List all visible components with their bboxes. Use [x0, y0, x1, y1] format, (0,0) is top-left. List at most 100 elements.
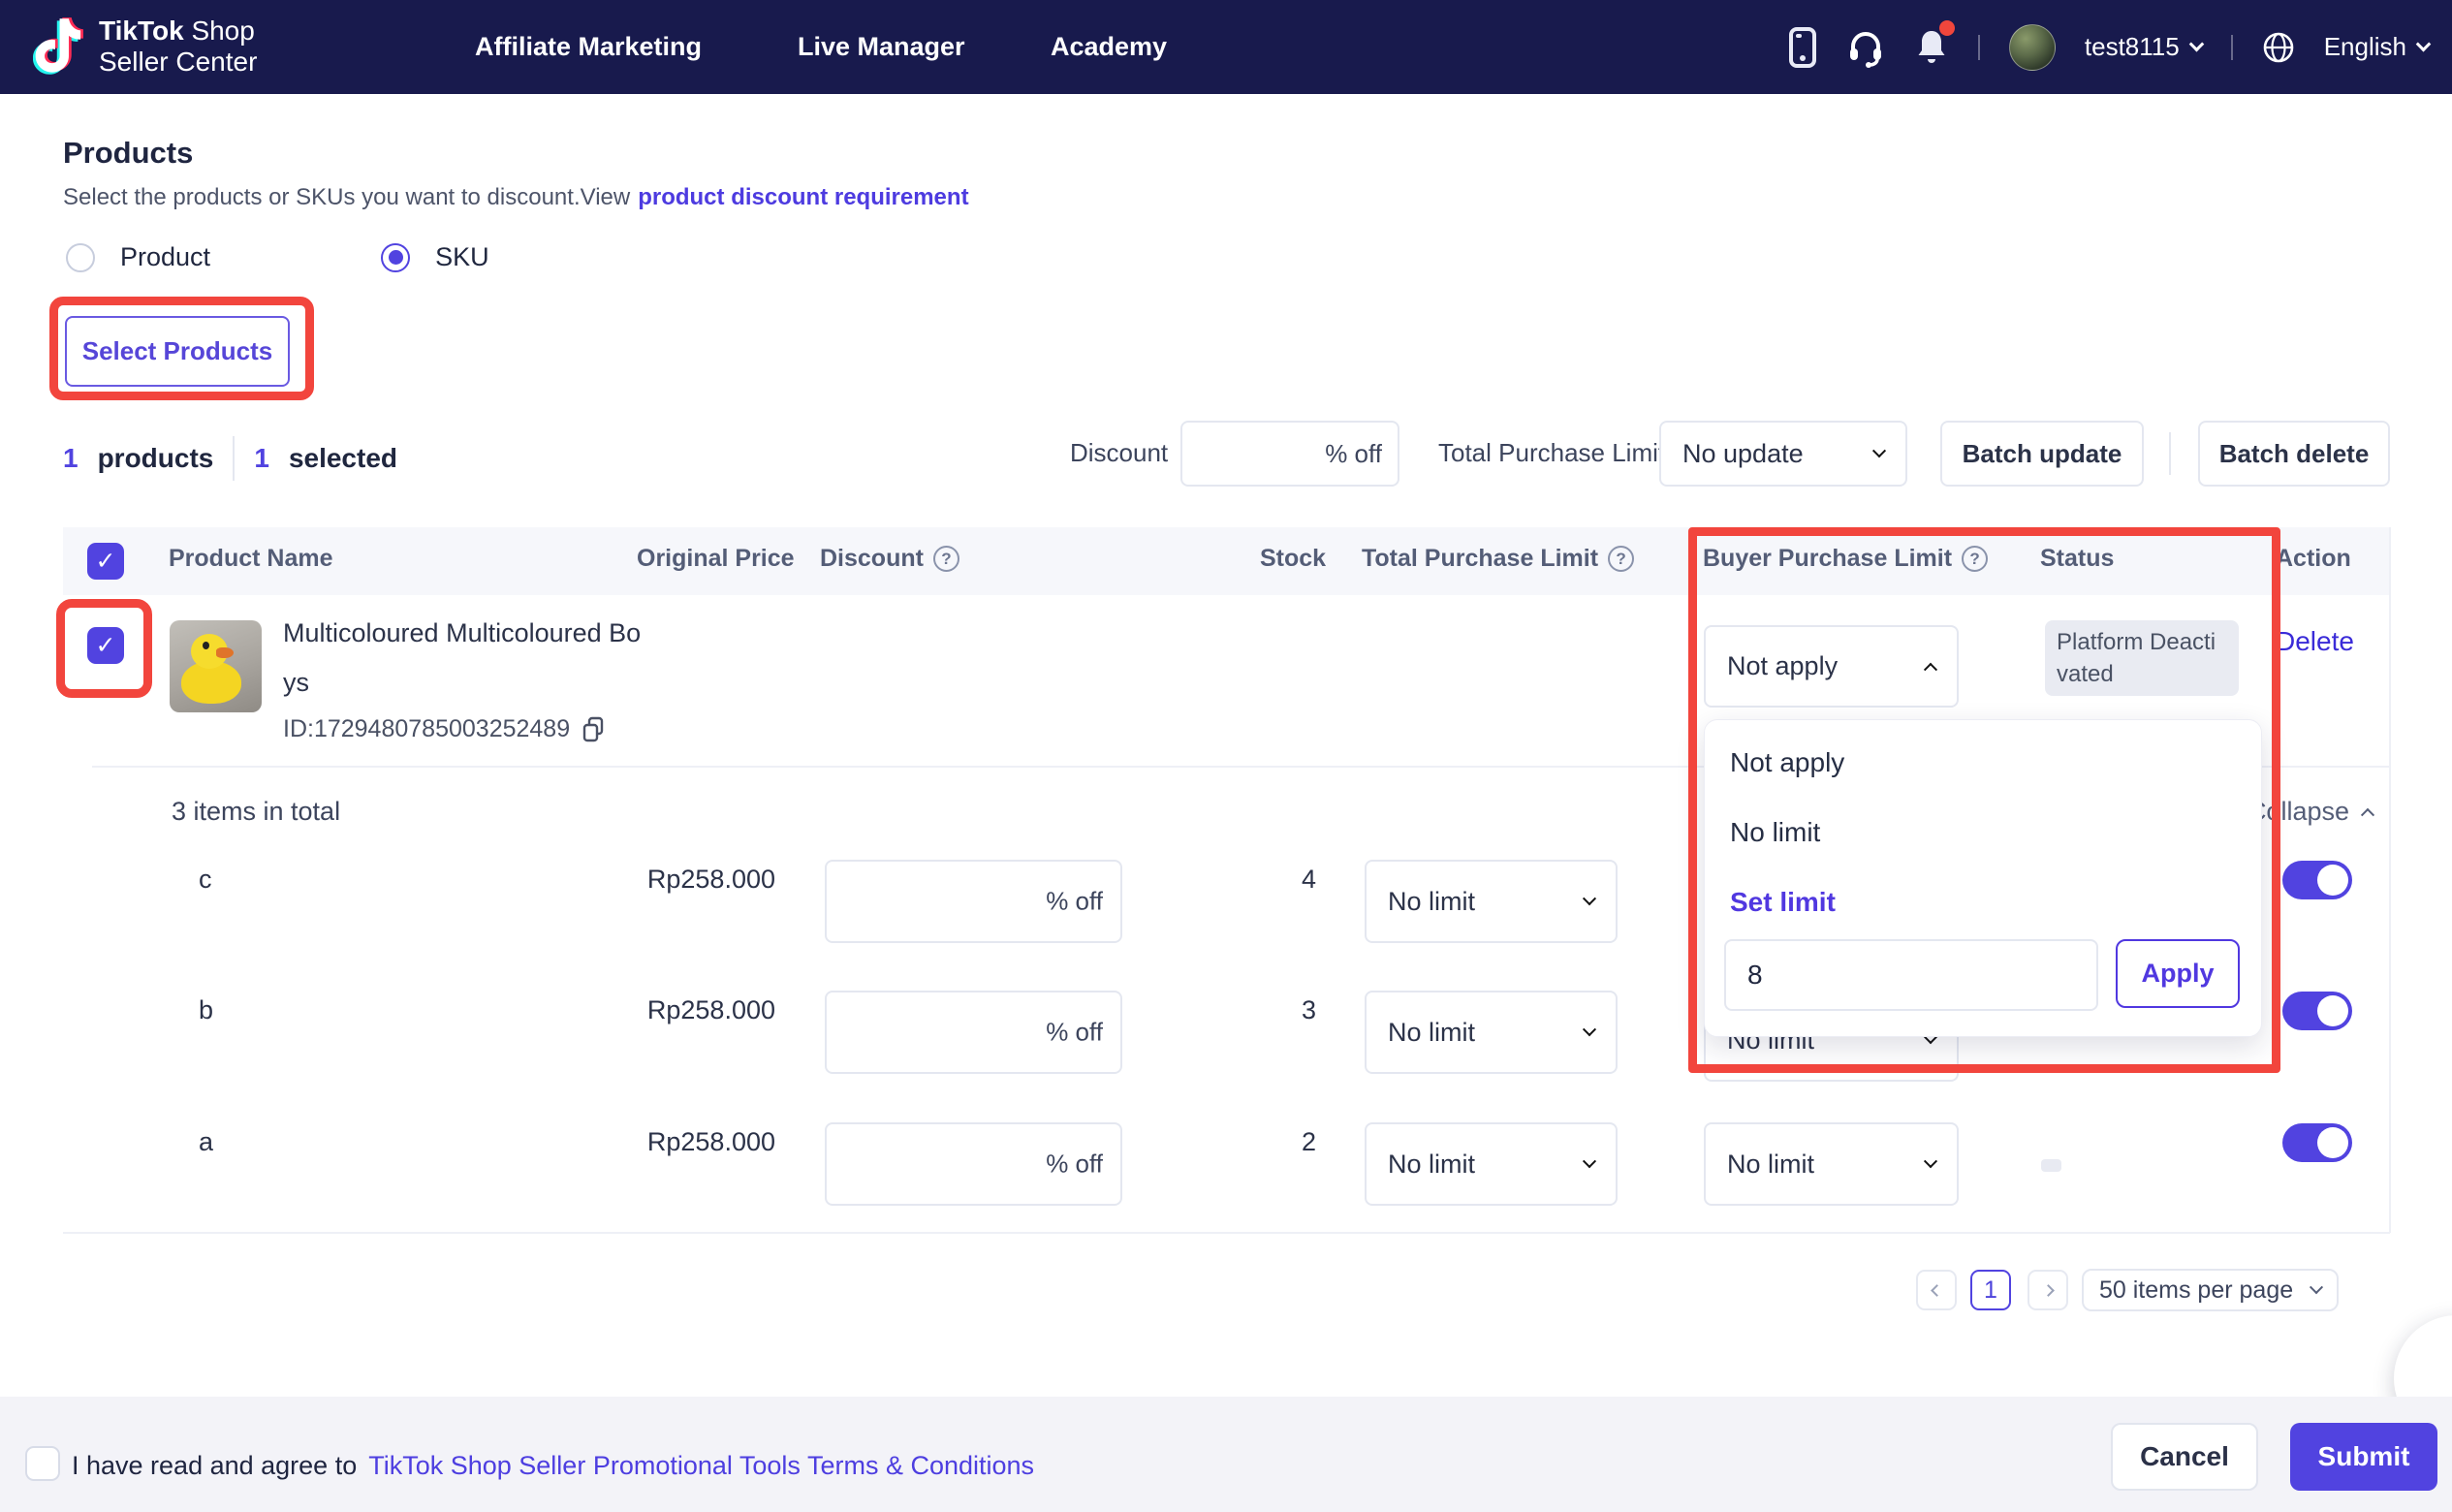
buyer-limit-trigger[interactable]: Not apply	[1704, 625, 1959, 708]
sku-stock: 2	[1250, 1127, 1316, 1157]
notifications-bell-icon[interactable]	[1914, 27, 1949, 68]
divider	[233, 436, 235, 481]
sku-row-price: Rp258.000	[543, 865, 775, 895]
avatar[interactable]	[2009, 24, 2056, 71]
sku-total-limit-select[interactable]: No limit	[1365, 860, 1618, 943]
page: TikTok Shop Seller Center Affiliate Mark…	[0, 0, 2452, 1512]
nav-live-manager[interactable]: Live Manager	[798, 0, 965, 94]
divider	[2169, 432, 2171, 475]
chevron-down-icon	[1583, 1154, 1596, 1168]
sku-total-limit-select[interactable]: No limit	[1365, 991, 1618, 1074]
limit-amount-input[interactable]	[1724, 939, 2098, 1011]
sku-row-label: a	[199, 1127, 213, 1157]
row-checkbox[interactable]: ✓	[87, 627, 124, 664]
sku-active-toggle[interactable]	[2282, 1123, 2352, 1162]
pagination-next-button[interactable]	[2028, 1270, 2068, 1310]
table-bottom-border	[63, 1232, 2390, 1234]
chevron-down-icon	[2310, 1280, 2323, 1294]
sku-discount-input[interactable]: % off	[825, 1122, 1122, 1206]
table-right-border	[2389, 527, 2391, 1233]
select-products-button[interactable]: Select Products	[65, 316, 290, 387]
chevron-down-icon	[2416, 37, 2432, 52]
col-total-purchase-limit: Total Purchase Limit?	[1362, 545, 1634, 573]
chevron-left-icon	[1931, 1284, 1943, 1297]
batch-delete-button[interactable]: Batch delete	[2198, 421, 2390, 487]
chevron-down-icon	[2188, 37, 2204, 52]
batch-total-purchase-limit-label: Total Purchase Limit	[1438, 438, 1665, 468]
chevron-down-icon	[1872, 444, 1886, 457]
option-not-apply[interactable]: Not apply	[1730, 747, 1844, 778]
account-menu[interactable]: test8115	[2085, 32, 2202, 62]
set-limit-link[interactable]: Set limit	[1730, 887, 1836, 918]
brand-logo[interactable]: TikTok Shop Seller Center	[33, 16, 257, 78]
batch-update-button[interactable]: Batch update	[1940, 421, 2144, 487]
notification-dot	[1939, 20, 1955, 36]
sku-discount-input[interactable]: % off	[825, 860, 1122, 943]
col-discount: Discount?	[820, 545, 959, 573]
buyer-limit-dropdown-panel: Not apply No limit Set limit Apply	[1704, 719, 2262, 1037]
col-action: Action	[2276, 545, 2351, 573]
sku-total-limit-select[interactable]: No limit	[1365, 1122, 1618, 1206]
help-icon[interactable]: ?	[933, 546, 959, 572]
option-no-limit[interactable]: No limit	[1730, 817, 1820, 848]
cancel-button[interactable]: Cancel	[2111, 1423, 2258, 1491]
sku-row-label: c	[199, 865, 212, 895]
sku-discount-input[interactable]: % off	[825, 991, 1122, 1074]
status-badge: Platform Deactivated	[2045, 620, 2239, 696]
col-stock: Stock	[1260, 545, 1326, 573]
check-icon: ✓	[96, 547, 116, 576]
copy-icon[interactable]	[582, 716, 605, 742]
sku-active-toggle[interactable]	[2282, 861, 2352, 899]
help-icon[interactable]: ?	[1608, 546, 1634, 572]
page-title: Products	[63, 136, 193, 171]
products-count: 1	[63, 443, 79, 474]
apply-button[interactable]: Apply	[2116, 939, 2240, 1008]
pagination-prev-button[interactable]	[1916, 1270, 1957, 1310]
tiktok-note-icon	[33, 16, 85, 77]
chevron-down-icon	[1583, 1023, 1596, 1036]
sku-active-toggle[interactable]	[2282, 992, 2352, 1030]
radio-sku[interactable]	[381, 243, 410, 272]
help-icon[interactable]: ?	[1962, 546, 1988, 572]
globe-icon	[2262, 31, 2295, 64]
group-summary: 3 items in total	[172, 797, 340, 827]
chevron-right-icon	[2042, 1284, 2055, 1297]
mobile-app-icon[interactable]	[1788, 26, 1817, 69]
product-name[interactable]: Multicoloured Multicoloured Boys	[283, 609, 644, 708]
submit-button[interactable]: Submit	[2290, 1423, 2437, 1491]
page-size-select[interactable]: 50 items per page	[2082, 1269, 2339, 1311]
sku-row-price: Rp258.000	[543, 995, 775, 1025]
terms-link[interactable]: TikTok Shop Seller Promotional Tools Ter…	[368, 1451, 1034, 1481]
chevron-down-icon	[1583, 892, 1596, 905]
select-all-checkbox[interactable]: ✓	[87, 543, 124, 580]
radio-product[interactable]	[66, 243, 95, 272]
status-placeholder-dash	[2041, 1159, 2061, 1172]
batch-limit-select[interactable]: No update	[1659, 421, 1907, 487]
support-headset-icon[interactable]	[1846, 27, 1885, 68]
divider	[1978, 35, 1980, 60]
nav-academy[interactable]: Academy	[1051, 0, 1167, 94]
pagination-page-1[interactable]: 1	[1970, 1270, 2011, 1310]
product-image[interactable]	[170, 620, 262, 712]
sku-stock: 4	[1250, 865, 1316, 895]
radio-product-label: Product	[120, 242, 210, 272]
batch-discount-input[interactable]: % off	[1180, 421, 1399, 487]
brand-text: TikTok Shop Seller Center	[99, 16, 257, 78]
sku-stock: 3	[1250, 995, 1316, 1025]
chevron-up-icon	[1924, 662, 1937, 676]
product-discount-requirement-link[interactable]: product discount requirement	[638, 184, 968, 211]
sku-buyer-limit-select[interactable]: No limit	[1704, 1122, 1959, 1206]
agreement-text: I have read and agree to TikTok Shop Sel…	[72, 1451, 1034, 1481]
col-product-name: Product Name	[169, 545, 332, 573]
product-id: ID:1729480785003252489	[283, 715, 605, 743]
nav-affiliate-marketing[interactable]: Affiliate Marketing	[475, 0, 702, 94]
col-status: Status	[2040, 545, 2114, 573]
language-selector[interactable]: English	[2324, 32, 2429, 62]
page-subtitle: Select the products or SKUs you want to …	[63, 184, 969, 211]
selected-count: 1	[254, 443, 269, 474]
batch-discount-label: Discount	[1070, 438, 1168, 468]
col-buyer-purchase-limit: Buyer Purchase Limit?	[1703, 545, 1988, 573]
selection-counts: 1 products 1 selected	[63, 436, 397, 481]
agreement-checkbox[interactable]	[25, 1446, 60, 1481]
delete-link[interactable]: Delete	[2276, 626, 2354, 657]
